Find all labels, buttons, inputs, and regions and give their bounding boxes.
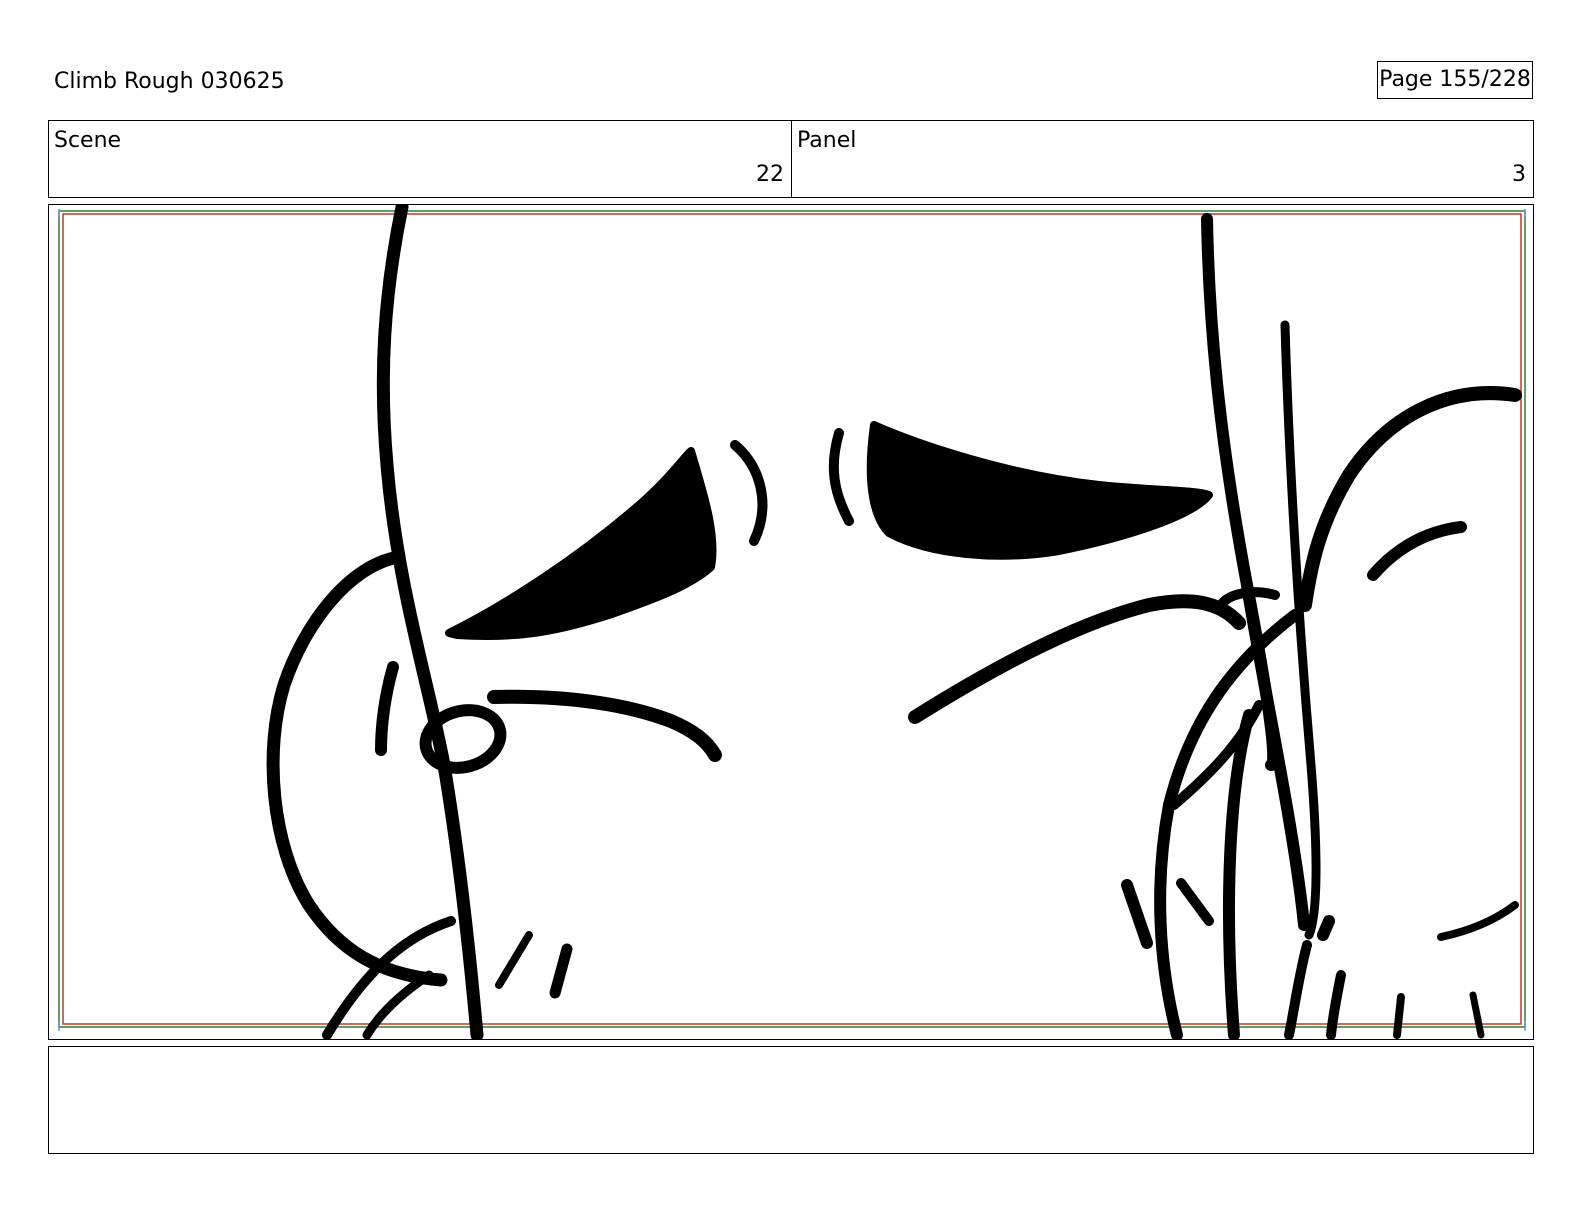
left-strap-line <box>376 205 484 1039</box>
right-hair-strand-2 <box>1223 709 1255 1039</box>
scene-number: 22 <box>756 162 784 187</box>
right-lower-curve <box>1437 901 1519 941</box>
right-hair-strand-8 <box>1326 970 1346 1039</box>
right-hair-stroke <box>1367 521 1467 581</box>
right-eyelid <box>908 594 1246 724</box>
right-brow <box>866 421 1213 560</box>
right-hair-strand-6 <box>1317 915 1335 941</box>
left-lower-strand-4 <box>549 943 573 999</box>
left-ear-stroke <box>375 661 399 756</box>
left-brow <box>445 447 717 641</box>
document-title: Climb Rough 030625 <box>54 69 285 94</box>
storyboard-drawing <box>58 205 1526 1039</box>
panel-notes-box[interactable] <box>48 1046 1534 1154</box>
right-hair-strand-10 <box>1469 991 1485 1039</box>
left-lower-strand-2 <box>362 970 434 1039</box>
storyboard-panel-frame <box>48 204 1534 1040</box>
panel-number: 3 <box>1512 162 1526 187</box>
right-hair-strand-4 <box>1121 879 1153 949</box>
panel-label: Panel <box>797 128 857 153</box>
scene-panel-info-row: Scene 22 Panel 3 <box>48 120 1534 198</box>
sketch-linework <box>266 205 1522 1039</box>
right-hair-strand-5 <box>1176 878 1214 926</box>
scene-cell: Scene 22 <box>49 121 791 197</box>
page-indicator: Page 155/228 <box>1377 61 1533 99</box>
left-cheek-arc <box>730 440 768 546</box>
scene-label: Scene <box>54 128 122 153</box>
left-eyelid <box>487 689 722 762</box>
left-lower-strand-3 <box>495 931 533 989</box>
right-cheek-arc <box>828 428 854 526</box>
right-head-curve <box>1298 386 1522 612</box>
right-hair-strand-7 <box>1284 940 1312 1039</box>
panel-cell: Panel 3 <box>791 121 1533 197</box>
right-hair-strand-9 <box>1393 993 1405 1039</box>
